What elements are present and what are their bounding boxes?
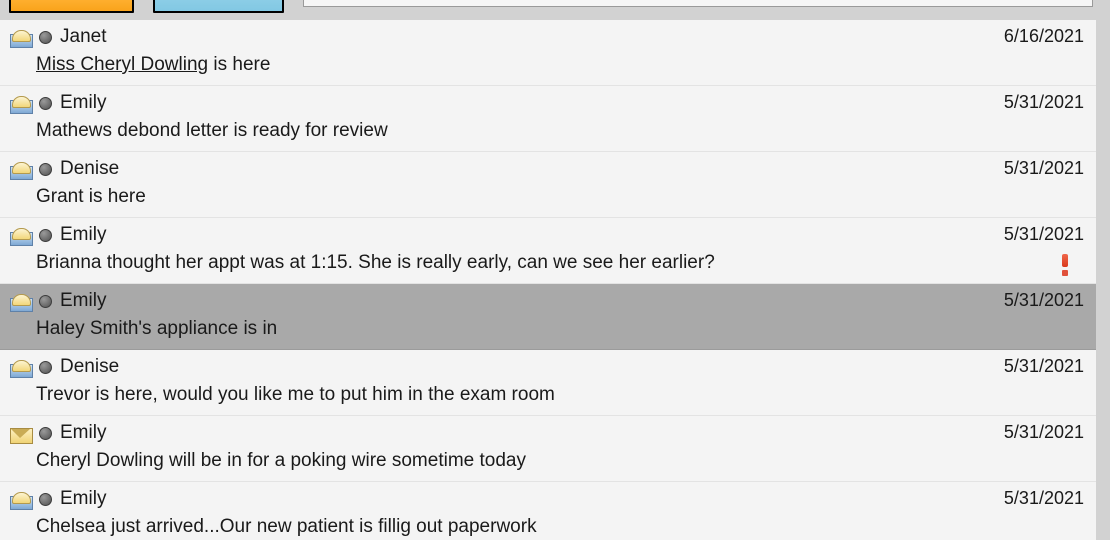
- message-row-header: Emily 5/31/2021: [0, 482, 1096, 514]
- message-body-link[interactable]: Miss Cheryl Dowling: [36, 54, 208, 75]
- status-dot-icon: [39, 97, 52, 110]
- message-sender: Denise: [60, 157, 120, 179]
- message-body: Cheryl Dowling will be in for a poking w…: [0, 448, 1096, 474]
- message-body-text: Haley Smith's appliance is in: [36, 318, 278, 339]
- list-right-gutter: [1096, 20, 1110, 540]
- message-row-header: Emily 5/31/2021: [0, 218, 1096, 250]
- message-row[interactable]: Emily 5/31/2021 Haley Smith's appliance is…: [0, 284, 1096, 350]
- message-date: 5/31/2021: [1003, 158, 1084, 178]
- envelope-open-icon: [10, 492, 33, 510]
- message-date: 6/16/2021: [1003, 26, 1084, 46]
- status-dot-icon: [39, 163, 52, 176]
- message-body-text: Grant is here: [36, 186, 146, 207]
- message-row[interactable]: Emily 5/31/2021 Cheryl Dowling will be in …: [0, 416, 1096, 482]
- status-dot-icon: [39, 229, 52, 242]
- message-row[interactable]: Denise 5/31/2021 Trevor is here, would you…: [0, 350, 1096, 416]
- message-body-text: Cheryl Dowling will be in for a poking w…: [36, 450, 526, 471]
- status-dot-icon: [39, 31, 52, 44]
- toolbar: [0, 0, 1110, 20]
- message-sender: Emily: [60, 487, 107, 509]
- message-body: Haley Smith's appliance is in: [0, 316, 1096, 342]
- toolbar-button-secondary[interactable]: [153, 0, 284, 13]
- message-body-text: is here: [208, 54, 271, 75]
- message-date: 5/31/2021: [1003, 290, 1084, 310]
- envelope-open-icon: [10, 162, 33, 180]
- envelope-closed-icon: [10, 426, 33, 444]
- message-row[interactable]: Emily 5/31/2021 Brianna thought her appt w…: [0, 218, 1096, 284]
- search-input[interactable]: [303, 0, 1093, 7]
- message-row-header: Janet 6/16/2021: [0, 20, 1096, 52]
- priority-exclamation-icon: [1060, 254, 1070, 276]
- message-date: 5/31/2021: [1003, 224, 1084, 244]
- message-date: 5/31/2021: [1003, 92, 1084, 112]
- message-sender: Emily: [60, 223, 107, 245]
- message-sender: Emily: [60, 91, 107, 113]
- status-dot-icon: [39, 361, 52, 374]
- message-row-header: Denise 5/31/2021: [0, 350, 1096, 382]
- message-body-text: Trevor is here, would you like me to put…: [36, 384, 555, 405]
- message-list[interactable]: Janet 6/16/2021 Miss Cheryl Dowling is her…: [0, 20, 1096, 540]
- message-row[interactable]: Emily 5/31/2021 Chelsea just arrived...Our…: [0, 482, 1096, 540]
- message-sender: Janet: [60, 25, 107, 47]
- message-sender: Emily: [60, 289, 107, 311]
- message-body: Mathews debond letter is ready for revie…: [0, 118, 1096, 144]
- toolbar-button-primary[interactable]: [9, 0, 134, 13]
- message-row[interactable]: Emily 5/31/2021 Mathews debond letter is r…: [0, 86, 1096, 152]
- message-date: 5/31/2021: [1003, 356, 1084, 376]
- message-date: 5/31/2021: [1003, 422, 1084, 442]
- message-row-header: Emily 5/31/2021: [0, 284, 1096, 316]
- status-dot-icon: [39, 295, 52, 308]
- envelope-open-icon: [10, 30, 33, 48]
- status-dot-icon: [39, 493, 52, 506]
- message-sender: Emily: [60, 421, 107, 443]
- message-body: Chelsea just arrived...Our new patient i…: [0, 514, 1096, 540]
- message-body-text: Brianna thought her appt was at 1:15. Sh…: [36, 252, 715, 273]
- envelope-open-icon: [10, 294, 33, 312]
- message-body: Brianna thought her appt was at 1:15. Sh…: [0, 250, 1096, 276]
- envelope-open-icon: [10, 96, 33, 114]
- message-sender: Denise: [60, 355, 120, 377]
- message-body: Grant is here: [0, 184, 1096, 210]
- message-date: 5/31/2021: [1003, 488, 1084, 508]
- message-row-header: Denise 5/31/2021: [0, 152, 1096, 184]
- message-row-header: Emily 5/31/2021: [0, 416, 1096, 448]
- envelope-open-icon: [10, 360, 33, 378]
- message-body: Trevor is here, would you like me to put…: [0, 382, 1096, 408]
- message-row[interactable]: Denise 5/31/2021 Grant is here: [0, 152, 1096, 218]
- message-body-text: Chelsea just arrived...Our new patient i…: [36, 516, 537, 537]
- envelope-open-icon: [10, 228, 33, 246]
- message-body: Miss Cheryl Dowling is here: [0, 52, 1096, 78]
- status-dot-icon: [39, 427, 52, 440]
- message-row[interactable]: Janet 6/16/2021 Miss Cheryl Dowling is her…: [0, 20, 1096, 86]
- message-body-text: Mathews debond letter is ready for revie…: [36, 120, 388, 141]
- message-row-header: Emily 5/31/2021: [0, 86, 1096, 118]
